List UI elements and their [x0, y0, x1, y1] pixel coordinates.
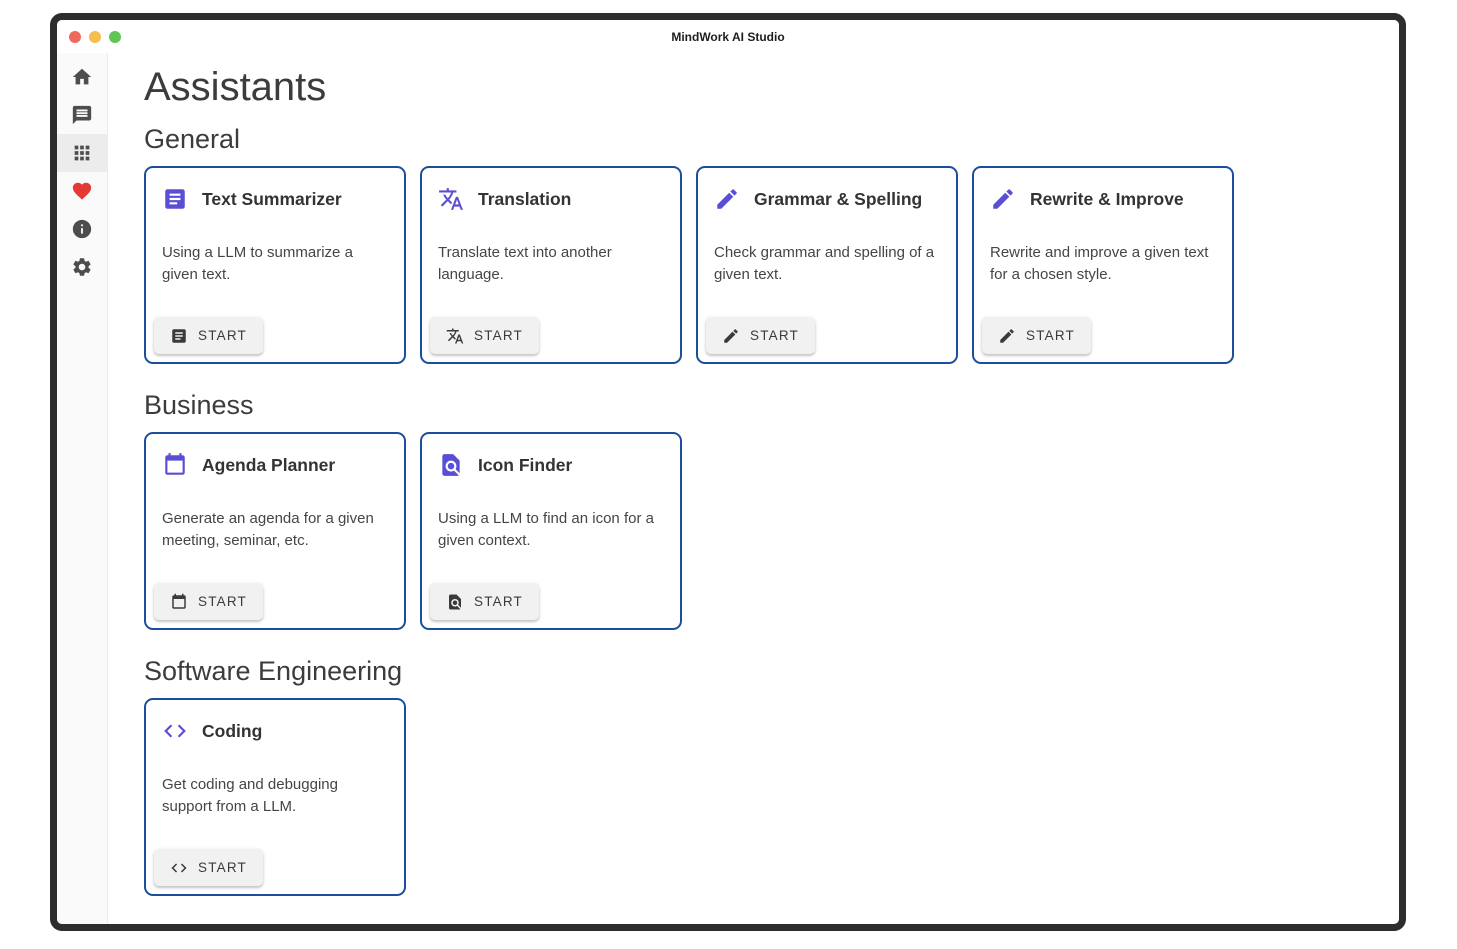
- calendar-icon: [170, 593, 188, 611]
- sidebar-item-home[interactable]: [57, 58, 107, 96]
- app-title: MindWork AI Studio: [57, 30, 1399, 44]
- start-button[interactable]: START: [154, 849, 263, 886]
- start-button[interactable]: START: [430, 317, 539, 354]
- assistant-card: Icon Finder Using a LLM to find an icon f…: [420, 432, 682, 630]
- card-actions: START: [422, 575, 680, 628]
- pencil-icon: [714, 186, 740, 212]
- card-actions: START: [698, 309, 956, 362]
- section-heading-general: General: [144, 124, 1363, 155]
- card-title: Agenda Planner: [202, 455, 335, 476]
- cards-row: Agenda Planner Generate an agenda for a g…: [144, 432, 1363, 630]
- code-icon: [170, 859, 188, 877]
- card-actions: START: [974, 309, 1232, 362]
- start-button-label: START: [474, 328, 523, 343]
- info-icon: [71, 218, 93, 240]
- card-header: Text Summarizer: [146, 168, 404, 212]
- pencil-icon: [722, 327, 740, 345]
- traffic-light-close[interactable]: [69, 31, 81, 43]
- assistant-card: Rewrite & Improve Rewrite and improve a g…: [972, 166, 1234, 364]
- card-title: Rewrite & Improve: [1030, 189, 1184, 210]
- card-description: Rewrite and improve a given text for a c…: [974, 242, 1232, 286]
- card-description: Check grammar and spelling of a given te…: [698, 242, 956, 286]
- sidebar-item-about[interactable]: [57, 210, 107, 248]
- titlebar: MindWork AI Studio: [57, 20, 1399, 53]
- traffic-lights: [69, 20, 121, 53]
- sidebar-item-assistants[interactable]: [57, 134, 107, 172]
- main-content: Assistants General Text Summarizer Using a…: [108, 53, 1399, 924]
- home-icon: [71, 66, 93, 88]
- assistant-card: Translation Translate text into another l…: [420, 166, 682, 364]
- apps-grid-icon: [71, 142, 93, 164]
- sidebar-item-settings[interactable]: [57, 248, 107, 286]
- start-button[interactable]: START: [982, 317, 1091, 354]
- start-button[interactable]: START: [154, 583, 263, 620]
- card-actions: START: [146, 841, 404, 894]
- card-title: Translation: [478, 189, 571, 210]
- translate-icon: [446, 327, 464, 345]
- code-icon: [162, 718, 188, 744]
- assistant-card: Text Summarizer Using a LLM to summarize …: [144, 166, 406, 364]
- calendar-icon: [162, 452, 188, 478]
- start-button[interactable]: START: [706, 317, 815, 354]
- start-button[interactable]: START: [430, 583, 539, 620]
- cards-row: Text Summarizer Using a LLM to summarize …: [144, 166, 1363, 364]
- traffic-light-minimize[interactable]: [89, 31, 101, 43]
- start-button-label: START: [198, 328, 247, 343]
- card-actions: START: [146, 575, 404, 628]
- assistant-card: Agenda Planner Generate an agenda for a g…: [144, 432, 406, 630]
- card-description: Get coding and debugging support from a …: [146, 774, 404, 818]
- card-description: Using a LLM to summarize a given text.: [146, 242, 404, 286]
- start-button[interactable]: START: [154, 317, 263, 354]
- card-header: Coding: [146, 700, 404, 744]
- assistant-card: Coding Get coding and debugging support f…: [144, 698, 406, 896]
- card-header: Icon Finder: [422, 434, 680, 478]
- card-header: Agenda Planner: [146, 434, 404, 478]
- sidebar-item-favorites[interactable]: [57, 172, 107, 210]
- app-window: MindWork AI Studio Assistants General Tex…: [50, 13, 1406, 931]
- find-in-page-icon: [446, 593, 464, 611]
- pencil-icon: [998, 327, 1016, 345]
- translate-icon: [438, 186, 464, 212]
- card-header: Rewrite & Improve: [974, 168, 1232, 212]
- assistant-card: Grammar & Spelling Check grammar and spel…: [696, 166, 958, 364]
- card-title: Grammar & Spelling: [754, 189, 922, 210]
- sidebar: [57, 53, 108, 924]
- start-button-label: START: [474, 594, 523, 609]
- document-icon: [162, 186, 188, 212]
- card-title: Coding: [202, 721, 262, 742]
- card-description: Using a LLM to find an icon for a given …: [422, 508, 680, 552]
- card-description: Generate an agenda for a given meeting, …: [146, 508, 404, 552]
- start-button-label: START: [198, 860, 247, 875]
- chat-icon: [71, 104, 93, 126]
- pencil-icon: [990, 186, 1016, 212]
- card-actions: START: [422, 309, 680, 362]
- traffic-light-maximize[interactable]: [109, 31, 121, 43]
- window-body: Assistants General Text Summarizer Using a…: [57, 53, 1399, 924]
- cards-row: Coding Get coding and debugging support f…: [144, 698, 1363, 896]
- page-title: Assistants: [144, 65, 1363, 110]
- card-header: Grammar & Spelling: [698, 168, 956, 212]
- start-button-label: START: [198, 594, 247, 609]
- start-button-label: START: [750, 328, 799, 343]
- sections-container: General Text Summarizer Using a LLM to sum…: [144, 124, 1363, 896]
- section-heading-business: Business: [144, 390, 1363, 421]
- card-title: Text Summarizer: [202, 189, 342, 210]
- find-in-page-icon: [438, 452, 464, 478]
- heart-icon: [71, 180, 93, 202]
- card-title: Icon Finder: [478, 455, 572, 476]
- card-header: Translation: [422, 168, 680, 212]
- card-description: Translate text into another language.: [422, 242, 680, 286]
- card-actions: START: [146, 309, 404, 362]
- document-icon: [170, 327, 188, 345]
- section-heading-software-engineering: Software Engineering: [144, 656, 1363, 687]
- gear-icon: [71, 256, 93, 278]
- sidebar-item-chat[interactable]: [57, 96, 107, 134]
- start-button-label: START: [1026, 328, 1075, 343]
